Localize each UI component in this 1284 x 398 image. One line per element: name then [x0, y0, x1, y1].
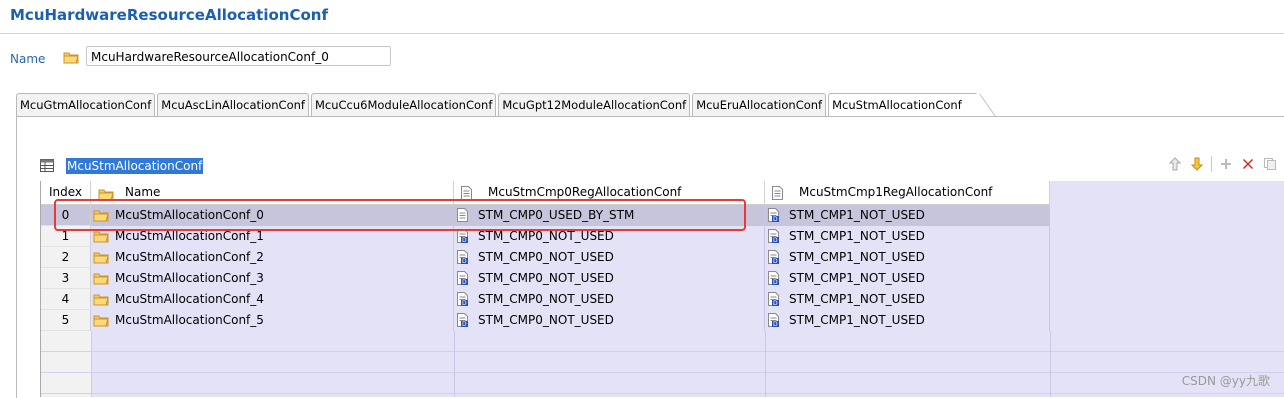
row-reg1-value: STM_CMP1_NOT_USED — [789, 229, 925, 243]
svg-text:D: D — [462, 258, 467, 264]
grid-column-divider — [1050, 331, 1051, 397]
row-reg1-value: STM_CMP1_NOT_USED — [789, 271, 925, 285]
svg-text:D: D — [773, 279, 778, 285]
table-icon — [40, 159, 54, 175]
table-title: McuStmAllocationConf — [66, 158, 204, 174]
svg-text:D: D — [462, 237, 467, 243]
table-row[interactable]: 2 McuStmAllocationConf_2 D STM_CMP0_NOT_… — [41, 247, 1284, 268]
row-reg1[interactable]: D STM_CMP1_NOT_USED — [765, 247, 1050, 268]
red-annotation-box — [54, 199, 746, 231]
tab-mcu-asc-lin-allocation-conf[interactable]: McuAscLinAllocationConf — [157, 93, 309, 116]
svg-text:D: D — [773, 216, 778, 222]
row-index: 4 — [41, 289, 91, 310]
row-reg0[interactable]: D STM_CMP0_NOT_USED — [454, 268, 765, 289]
row-reg1-value: STM_CMP1_NOT_USED — [789, 208, 925, 222]
row-reg0[interactable]: D STM_CMP0_NOT_USED — [454, 247, 765, 268]
row-reg1-value: STM_CMP1_NOT_USED — [789, 292, 925, 306]
header-reg1-label: McuStmCmp1RegAllocationConf — [799, 185, 993, 199]
row-name[interactable]: McuStmAllocationConf_5 — [91, 310, 454, 331]
row-reg1-value: STM_CMP1_NOT_USED — [789, 250, 925, 264]
default-value-document-icon: D — [768, 313, 780, 334]
svg-text:D: D — [773, 300, 778, 306]
tab-mcu-gtm-allocation-conf[interactable]: McuGtmAllocationConf — [16, 93, 156, 116]
svg-text:D: D — [773, 237, 778, 243]
row-name-label: McuStmAllocationConf_3 — [115, 271, 264, 285]
row-reg0-value: STM_CMP0_NOT_USED — [478, 292, 614, 306]
row-reg0[interactable]: D STM_CMP0_NOT_USED — [454, 289, 765, 310]
row-index: 3 — [41, 268, 91, 289]
svg-text:D: D — [462, 300, 467, 306]
header-reg1[interactable]: McuStmCmp1RegAllocationConf — [765, 181, 1050, 204]
table-toolbar — [1167, 156, 1278, 172]
row-reg0-value: STM_CMP0_NOT_USED — [478, 229, 614, 243]
svg-text:D: D — [773, 321, 778, 327]
row-reg1[interactable]: D STM_CMP1_NOT_USED — [765, 226, 1050, 247]
page-title: McuHardwareResourceAllocationConf — [10, 6, 328, 24]
folder-icon — [63, 51, 79, 67]
tab-mcu-gpt12-module-allocation-conf[interactable]: McuGpt12ModuleAllocationConf — [498, 93, 691, 116]
table-row[interactable]: 5 McuStmAllocationConf_5 D STM_CMP0_NOT_… — [41, 310, 1284, 331]
row-reg1[interactable]: D STM_CMP1_NOT_USED — [765, 289, 1050, 310]
row-name-label: McuStmAllocationConf_1 — [115, 229, 264, 243]
grid-column-divider — [765, 331, 766, 397]
row-reg0-value: STM_CMP0_NOT_USED — [478, 250, 614, 264]
row-reg0-value: STM_CMP0_NOT_USED — [478, 313, 614, 327]
table-row[interactable]: 4 McuStmAllocationConf_4 D STM_CMP0_NOT_… — [41, 289, 1284, 310]
name-field[interactable]: McuHardwareResourceAllocationConf_0 — [86, 46, 391, 66]
row-name[interactable]: McuStmAllocationConf_3 — [91, 268, 454, 289]
row-reg1-value: STM_CMP1_NOT_USED — [789, 313, 925, 327]
row-name-label: McuStmAllocationConf_2 — [115, 250, 264, 264]
toolbar-separator — [1211, 156, 1212, 172]
row-reg1[interactable]: D STM_CMP1_NOT_USED — [765, 268, 1050, 289]
row-name-label: McuStmAllocationConf_4 — [115, 292, 264, 306]
row-reg0[interactable]: D STM_CMP0_NOT_USED — [454, 310, 765, 331]
row-reg1[interactable]: D STM_CMP1_NOT_USED — [765, 310, 1050, 331]
folder-icon — [93, 313, 109, 334]
delete-icon[interactable] — [1240, 156, 1256, 172]
empty-index-column — [41, 331, 92, 397]
table-row[interactable]: 3 McuStmAllocationConf_3 D STM_CMP0_NOT_… — [41, 268, 1284, 289]
title-divider — [0, 33, 1284, 34]
tab-bar: McuGtmAllocationConf McuAscLinAllocation… — [16, 93, 980, 117]
name-label: Name — [10, 52, 46, 66]
grid-line — [41, 351, 1284, 352]
move-down-icon[interactable] — [1189, 156, 1205, 172]
row-index: 2 — [41, 247, 91, 268]
tab-mcu-eru-allocation-conf[interactable]: McuEruAllocationConf — [692, 93, 827, 116]
row-index: 5 — [41, 310, 91, 331]
grid-line — [41, 372, 1284, 373]
tab-mcu-ccu6-module-allocation-conf[interactable]: McuCcu6ModuleAllocationConf — [310, 93, 497, 116]
row-name-label: McuStmAllocationConf_5 — [115, 313, 264, 327]
svg-text:D: D — [462, 321, 467, 327]
svg-text:D: D — [462, 279, 467, 285]
header-reg0-label: McuStmCmp0RegAllocationConf — [488, 185, 682, 199]
add-icon[interactable] — [1218, 156, 1234, 172]
row-reg0-value: STM_CMP0_NOT_USED — [478, 271, 614, 285]
row-reg1[interactable]: D STM_CMP1_NOT_USED — [765, 205, 1050, 226]
grid-column-divider — [454, 331, 455, 397]
tab-mcu-stm-allocation-conf[interactable]: McuStmAllocationConf — [828, 93, 978, 116]
header-name-label: Name — [125, 185, 161, 199]
watermark: CSDN @yy九歌 — [1181, 374, 1270, 388]
row-name[interactable]: McuStmAllocationConf_4 — [91, 289, 454, 310]
copy-icon[interactable] — [1262, 156, 1278, 172]
move-up-icon[interactable] — [1167, 156, 1183, 172]
svg-text:D: D — [773, 258, 778, 264]
default-value-document-icon: D — [457, 313, 469, 334]
grid-line — [41, 393, 1284, 394]
row-name[interactable]: McuStmAllocationConf_2 — [91, 247, 454, 268]
